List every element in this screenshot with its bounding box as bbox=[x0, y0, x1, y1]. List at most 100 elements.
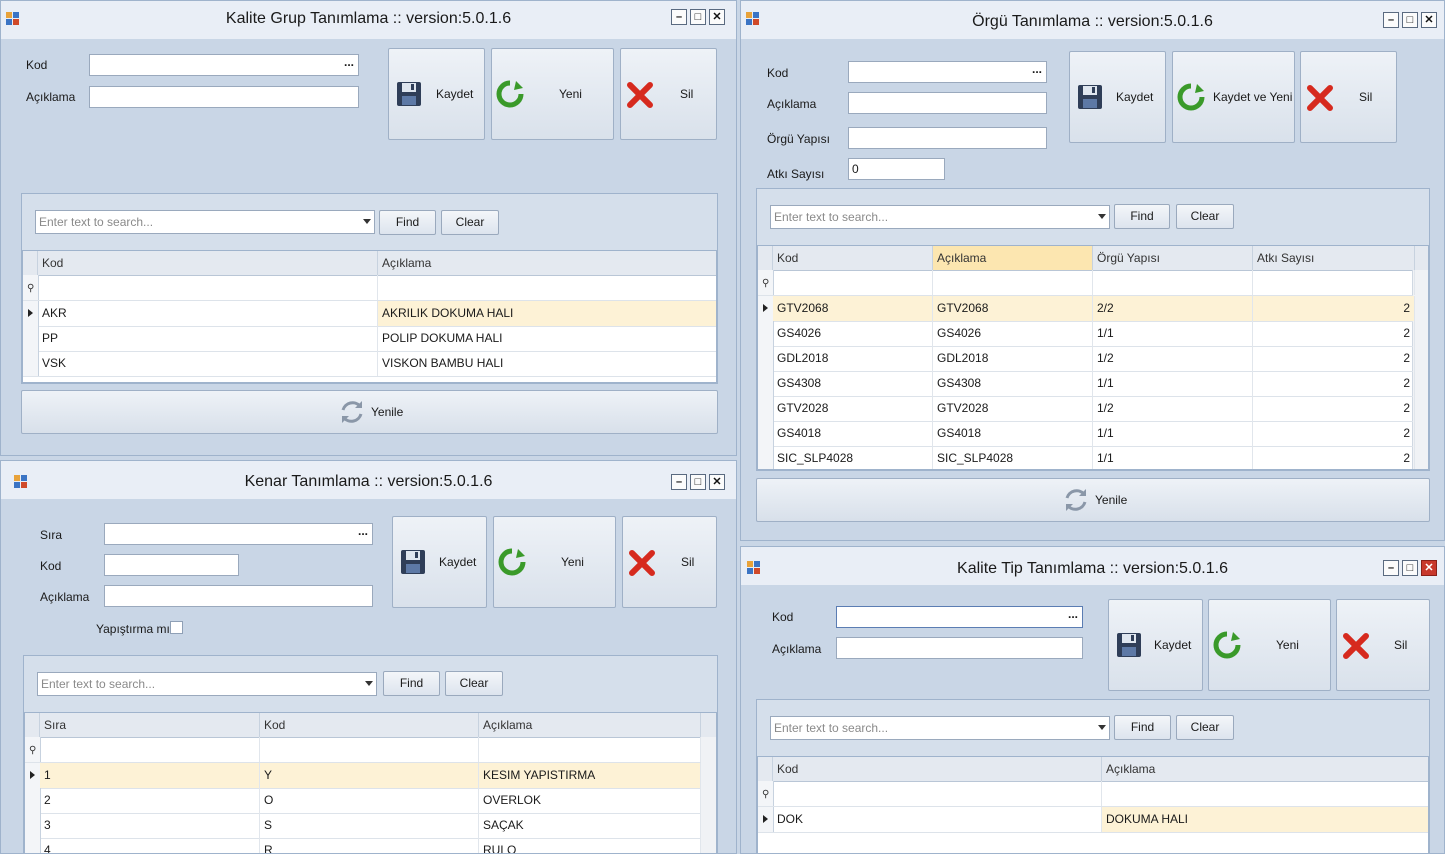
column-header-aciklama[interactable]: Açıklama bbox=[933, 246, 1093, 270]
find-button[interactable]: Find bbox=[1114, 715, 1171, 740]
cell-atki[interactable]: 2 bbox=[1253, 346, 1415, 371]
cell-aciklama[interactable]: SAÇAK bbox=[479, 813, 701, 838]
minimize-button[interactable]: – bbox=[1383, 12, 1399, 28]
title-bar[interactable]: Kenar Tanımlama :: version:5.0.1.6 – □ ✕ bbox=[1, 461, 736, 499]
clear-button[interactable]: Clear bbox=[441, 210, 499, 235]
table-row[interactable]: SIC_SLP4028 SIC_SLP4028 1/1 2 bbox=[758, 446, 1415, 469]
find-button[interactable]: Find bbox=[383, 671, 440, 696]
cell-atki[interactable]: 2 bbox=[1253, 296, 1415, 321]
maximize-button[interactable]: □ bbox=[690, 474, 706, 490]
kod-field[interactable]: ... bbox=[89, 54, 359, 76]
cell-aciklama[interactable]: GS4026 bbox=[933, 321, 1093, 346]
filter-row[interactable]: ⚲ bbox=[23, 275, 716, 301]
refresh-button[interactable]: Yenile bbox=[21, 390, 718, 434]
title-bar[interactable]: Kalite Grup Tanımlama :: version:5.0.1.6… bbox=[1, 1, 736, 39]
ellipsis-icon[interactable]: ... bbox=[1032, 59, 1042, 79]
maximize-button[interactable]: □ bbox=[690, 9, 706, 25]
save-button[interactable]: Kaydet bbox=[392, 516, 487, 608]
cell-atki[interactable]: 2 bbox=[1253, 321, 1415, 346]
cell-kod[interactable]: PP bbox=[38, 326, 378, 351]
cell-aciklama[interactable]: DOKUMA HALI bbox=[1102, 807, 1428, 832]
search-input[interactable]: Enter text to search... bbox=[770, 205, 1110, 229]
column-header-sira[interactable]: Sıra bbox=[40, 713, 260, 737]
cell-aciklama[interactable]: AKRILIK DOKUMA HALI bbox=[378, 301, 716, 326]
chevron-down-icon[interactable] bbox=[365, 681, 373, 686]
cell-aciklama[interactable]: GS4308 bbox=[933, 371, 1093, 396]
atki-sayisi-field[interactable]: 0 bbox=[848, 158, 945, 180]
kod-field[interactable]: ... bbox=[836, 606, 1083, 628]
delete-button[interactable]: Sil bbox=[620, 48, 717, 140]
cell-kod[interactable]: R bbox=[260, 838, 479, 853]
column-header-aciklama[interactable]: Açıklama bbox=[479, 713, 701, 737]
kod-field[interactable] bbox=[104, 554, 239, 576]
save-button[interactable]: Kaydet bbox=[388, 48, 485, 140]
cell-atki[interactable]: 2 bbox=[1253, 446, 1415, 469]
aciklama-field[interactable] bbox=[104, 585, 373, 607]
chevron-down-icon[interactable] bbox=[1098, 214, 1106, 219]
vertical-scrollbar[interactable] bbox=[700, 737, 716, 853]
table-row[interactable]: 1 Y KESIM YAPISTIRMA bbox=[25, 763, 701, 789]
find-button[interactable]: Find bbox=[379, 210, 436, 235]
search-input[interactable]: Enter text to search... bbox=[770, 716, 1110, 740]
close-button[interactable]: ✕ bbox=[709, 474, 725, 490]
table-row[interactable]: VSK VISKON BAMBU HALI bbox=[23, 351, 716, 377]
cell-yapi[interactable]: 1/2 bbox=[1093, 396, 1253, 421]
save-and-new-button[interactable]: Kaydet ve Yeni bbox=[1172, 51, 1295, 143]
delete-button[interactable]: Sil bbox=[1336, 599, 1430, 691]
cell-sira[interactable]: 2 bbox=[40, 788, 260, 813]
cell-yapi[interactable]: 1/1 bbox=[1093, 421, 1253, 446]
filter-row[interactable]: ⚲ bbox=[758, 781, 1428, 807]
close-button[interactable]: ✕ bbox=[1421, 560, 1437, 576]
column-header-kod[interactable]: Kod bbox=[38, 251, 378, 275]
cell-yapi[interactable]: 1/2 bbox=[1093, 346, 1253, 371]
cell-aciklama[interactable]: POLIP DOKUMA HALI bbox=[378, 326, 716, 351]
column-header-kod[interactable]: Kod bbox=[773, 246, 933, 270]
kod-field[interactable]: ... bbox=[848, 61, 1047, 83]
title-bar[interactable]: Kalite Tip Tanımlama :: version:5.0.1.6 … bbox=[741, 547, 1444, 585]
cell-kod[interactable]: GS4308 bbox=[773, 371, 933, 396]
cell-aciklama[interactable]: VISKON BAMBU HALI bbox=[378, 351, 716, 376]
cell-kod[interactable]: S bbox=[260, 813, 479, 838]
ellipsis-icon[interactable]: ... bbox=[1068, 604, 1078, 624]
orgu-yapisi-field[interactable] bbox=[848, 127, 1047, 149]
cell-aciklama[interactable]: GTV2068 bbox=[933, 296, 1093, 321]
minimize-button[interactable]: – bbox=[1383, 560, 1399, 576]
cell-sira[interactable]: 3 bbox=[40, 813, 260, 838]
clear-button[interactable]: Clear bbox=[445, 671, 503, 696]
yapistirma-checkbox[interactable] bbox=[170, 621, 183, 634]
cell-yapi[interactable]: 1/1 bbox=[1093, 321, 1253, 346]
cell-kod[interactable]: DOK bbox=[773, 807, 1102, 832]
clear-button[interactable]: Clear bbox=[1176, 715, 1234, 740]
title-bar[interactable]: Örgü Tanımlama :: version:5.0.1.6 – □ ✕ bbox=[741, 1, 1444, 39]
delete-button[interactable]: Sil bbox=[622, 516, 717, 608]
table-row[interactable]: GTV2028 GTV2028 1/2 2 bbox=[758, 396, 1415, 422]
cell-kod[interactable]: SIC_SLP4028 bbox=[773, 446, 933, 469]
aciklama-field[interactable] bbox=[836, 637, 1083, 659]
table-row[interactable]: GS4308 GS4308 1/1 2 bbox=[758, 371, 1415, 397]
cell-kod[interactable]: GTV2028 bbox=[773, 396, 933, 421]
ellipsis-icon[interactable]: ... bbox=[344, 52, 354, 72]
cell-sira[interactable]: 4 bbox=[40, 838, 260, 853]
aciklama-field[interactable] bbox=[89, 86, 359, 108]
cell-aciklama[interactable]: OVERLOK bbox=[479, 788, 701, 813]
table-row[interactable]: AKR AKRILIK DOKUMA HALI bbox=[23, 301, 716, 327]
column-header-kod[interactable]: Kod bbox=[260, 713, 479, 737]
table-row[interactable]: 4 R RULO bbox=[25, 838, 701, 853]
table-row[interactable]: GDL2018 GDL2018 1/2 2 bbox=[758, 346, 1415, 372]
cell-kod[interactable]: O bbox=[260, 788, 479, 813]
aciklama-field[interactable] bbox=[848, 92, 1047, 114]
cell-atki[interactable]: 2 bbox=[1253, 421, 1415, 446]
maximize-button[interactable]: □ bbox=[1402, 12, 1418, 28]
column-header-atki-sayisi[interactable]: Atkı Sayısı bbox=[1253, 246, 1415, 270]
save-button[interactable]: Kaydet bbox=[1108, 599, 1203, 691]
column-header-orgu-yapisi[interactable]: Örgü Yapısı bbox=[1093, 246, 1253, 270]
cell-atki[interactable]: 2 bbox=[1253, 371, 1415, 396]
find-button[interactable]: Find bbox=[1114, 204, 1170, 229]
cell-yapi[interactable]: 2/2 bbox=[1093, 296, 1253, 321]
cell-kod[interactable]: AKR bbox=[38, 301, 378, 326]
cell-yapi[interactable]: 1/1 bbox=[1093, 371, 1253, 396]
chevron-down-icon[interactable] bbox=[363, 219, 371, 224]
cell-kod[interactable]: GDL2018 bbox=[773, 346, 933, 371]
table-row[interactable]: 3 S SAÇAK bbox=[25, 813, 701, 839]
search-input[interactable]: Enter text to search... bbox=[35, 210, 375, 234]
